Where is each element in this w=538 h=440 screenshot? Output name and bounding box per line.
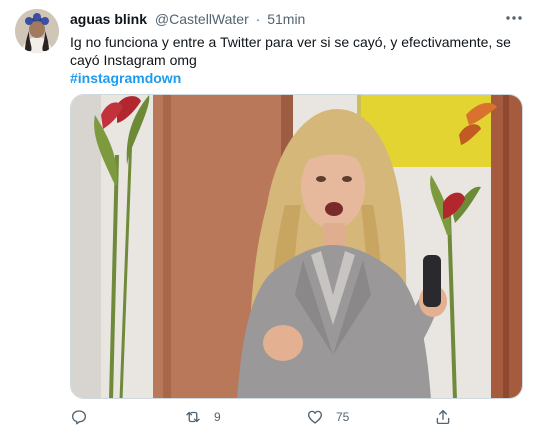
tweet-text-line-2: cayó Instagram omg [70,52,197,68]
heart-icon [307,410,323,424]
tweet-text-line-1: Ig no funciona y entre a Twitter para ve… [70,34,511,50]
tweet-actions: 9 75 [70,408,523,430]
avatar-image [15,9,59,53]
tweet-text: Ig no funciona y entre a Twitter para ve… [70,33,515,87]
more-horizontal-icon [506,16,522,20]
share-button[interactable] [434,408,452,426]
share-icon [436,409,450,425]
more-options-button[interactable] [504,8,524,28]
avatar[interactable] [15,9,59,53]
author-handle[interactable]: @CastellWater [155,11,249,27]
separator-dot: · [255,11,261,27]
like-count: 75 [336,410,350,424]
reply-button[interactable] [70,408,88,426]
media-photo [71,95,522,398]
author-name[interactable]: aguas blink [70,11,147,27]
retweet-count: 9 [214,410,221,424]
tweet-media-image[interactable] [70,94,523,399]
retweet-button[interactable]: 9 [184,408,221,426]
like-button[interactable]: 75 [306,408,349,426]
retweet-icon [186,411,200,423]
tweet-card[interactable]: aguas blink @CastellWater · 51min Ig no … [0,0,538,440]
timestamp[interactable]: 51min [267,11,305,27]
tweet-header: aguas blink @CastellWater · 51min [70,11,305,27]
hashtag-link[interactable]: #instagramdown [70,69,515,87]
reply-icon [71,410,87,425]
